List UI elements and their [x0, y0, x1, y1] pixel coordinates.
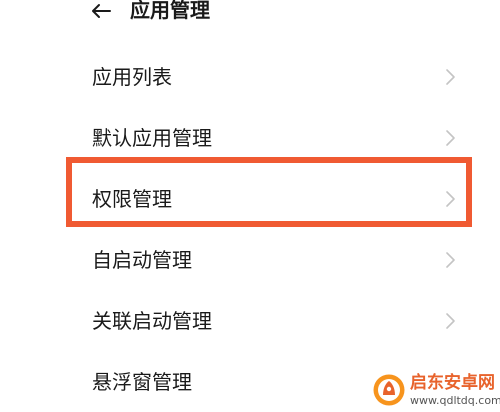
- menu-item-label: 悬浮窗管理: [92, 370, 192, 394]
- menu-item-associated-launch[interactable]: 关联启动管理: [68, 293, 472, 349]
- watermark: 启东安卓网 www.qdltdq.com: [372, 372, 500, 410]
- menu-item-label: 自启动管理: [92, 248, 192, 272]
- chevron-right-icon: [446, 130, 455, 146]
- chevron-right-icon: [446, 191, 455, 207]
- menu-item-autostart[interactable]: 自启动管理: [68, 232, 472, 288]
- chevron-right-icon: [446, 252, 455, 268]
- watermark-url: www.qdltdq.com: [410, 394, 500, 407]
- menu-item-app-list[interactable]: 应用列表: [68, 49, 472, 105]
- menu-item-label: 应用列表: [92, 65, 172, 89]
- back-button[interactable]: [86, 0, 116, 24]
- site-logo-icon: [373, 374, 405, 406]
- watermark-name: 启东安卓网: [410, 373, 495, 393]
- app-management-page: 应用管理 应用列表 默认应用管理 权限管理 自启动管理 关联启动管理 悬浮窗管理: [0, 0, 500, 412]
- menu-item-label: 权限管理: [92, 187, 172, 211]
- page-title: 应用管理: [130, 0, 210, 22]
- menu-item-label: 关联启动管理: [92, 309, 212, 333]
- menu-item-default-apps[interactable]: 默认应用管理: [68, 110, 472, 166]
- chevron-right-icon: [446, 69, 455, 85]
- menu-item-label: 默认应用管理: [92, 126, 212, 150]
- header-bar: 应用管理: [0, 0, 500, 30]
- chevron-right-icon: [446, 313, 455, 329]
- arrow-left-icon: [92, 4, 111, 18]
- menu-item-permissions[interactable]: 权限管理: [68, 171, 472, 227]
